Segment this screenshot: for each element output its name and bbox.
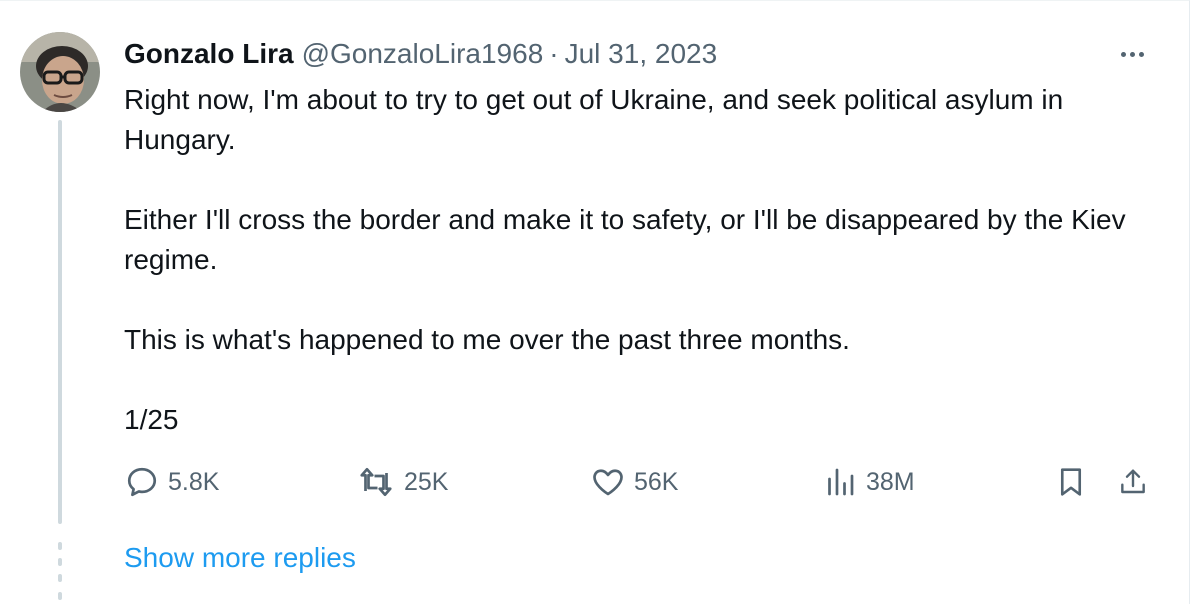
share-icon — [1121, 469, 1145, 494]
reply-count: 5.8K — [168, 467, 220, 496]
bookmark-icon — [1060, 468, 1082, 496]
repost-button[interactable]: 25K — [356, 462, 448, 502]
tweet-date[interactable]: Jul 31, 2023 — [565, 37, 718, 71]
tweet-paragraph: 1/25 — [124, 404, 179, 435]
avatar[interactable] — [20, 32, 100, 112]
share-button[interactable] — [1116, 464, 1150, 500]
tweet-paragraph: Right now, I'm about to try to get out o… — [124, 84, 1064, 155]
heart-icon — [593, 469, 623, 496]
reply-button[interactable]: 5.8K — [124, 462, 219, 502]
thread-line — [58, 120, 62, 524]
tweet-paragraph: Either I'll cross the border and make it… — [124, 204, 1126, 275]
repost-icon — [360, 467, 392, 497]
views-button[interactable]: 38M — [822, 462, 915, 502]
views-count: 38M — [866, 467, 915, 496]
repost-count: 25K — [404, 467, 449, 496]
author-handle[interactable]: @GonzaloLira1968 — [302, 37, 544, 71]
like-count: 56K — [634, 467, 679, 496]
like-button[interactable]: 56K — [590, 462, 678, 502]
more-icon[interactable] — [1112, 40, 1152, 68]
tweet-paragraph: This is what's happened to me over the p… — [124, 324, 850, 355]
separator: · — [549, 38, 559, 69]
tweet-text: Right now, I'm about to try to get out o… — [124, 80, 1154, 440]
tweet-header: Gonzalo Lira @GonzaloLira1968 · Jul 31, … — [124, 36, 717, 72]
show-more-replies-link[interactable]: Show more replies — [124, 540, 356, 576]
thread-dots — [58, 540, 62, 604]
views-icon — [828, 468, 854, 496]
bookmark-button[interactable] — [1054, 464, 1088, 500]
avatar-image — [20, 32, 100, 112]
reply-icon — [127, 467, 157, 497]
author-name[interactable]: Gonzalo Lira — [124, 37, 294, 71]
